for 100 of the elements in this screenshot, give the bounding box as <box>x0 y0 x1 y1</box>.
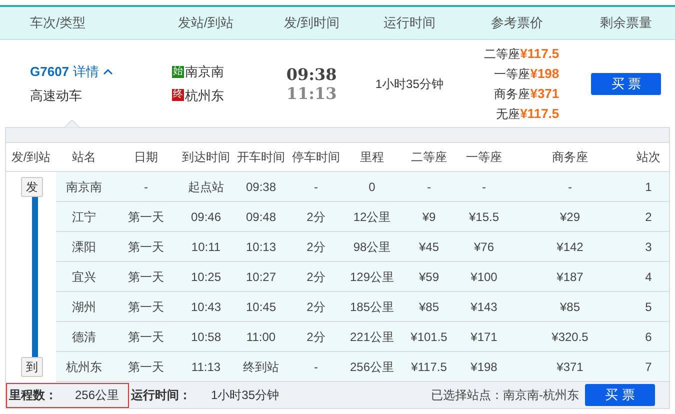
table-cell: - <box>290 352 342 382</box>
column-header: 一等座 <box>466 150 502 164</box>
buy-button[interactable]: 买 票 <box>591 72 662 94</box>
table-cell: 3 <box>628 232 669 262</box>
table-cell: ¥320.5 <box>512 322 628 352</box>
stop-marker: 到 <box>21 357 43 378</box>
table-cell: 09:46 <box>180 202 232 232</box>
table-cell: ¥85 <box>402 292 456 322</box>
table-cell: 南京南 <box>56 172 112 202</box>
column-header: 站名 <box>72 150 96 164</box>
table-cell: 1 <box>628 172 669 202</box>
table-cell: 5 <box>628 292 669 322</box>
table-cell: 杭州东 <box>56 352 112 382</box>
table-cell: 2分 <box>290 262 342 292</box>
column-header: 车次/类型 <box>30 15 86 30</box>
table-cell: 10:13 <box>232 232 290 262</box>
column-header: 到达时间 <box>182 150 230 164</box>
table-cell: 第一天 <box>112 292 180 322</box>
table-cell: ¥101.5 <box>402 322 456 352</box>
column-header: 开车时间 <box>237 150 285 164</box>
stop-marker: 发 <box>21 177 43 198</box>
table-cell: 129公里 <box>342 262 402 292</box>
table-cell: 12公里 <box>342 202 402 232</box>
table-cell: ¥9 <box>402 202 456 232</box>
table-cell: ¥142 <box>512 232 628 262</box>
table-cell: - <box>290 172 342 202</box>
table-cell: ¥171 <box>456 322 512 352</box>
table-cell: 2分 <box>290 202 342 232</box>
train-type: 高速动车 <box>30 86 83 104</box>
table-cell: - <box>402 172 456 202</box>
distance-value: 256公里 <box>75 387 120 404</box>
column-header: 停车时间 <box>292 150 340 164</box>
table-cell: 第一天 <box>112 262 180 292</box>
table-cell: - <box>456 172 512 202</box>
column-header: 二等座 <box>411 150 447 164</box>
table-cell: 256公里 <box>342 352 402 382</box>
table-cell: 09:48 <box>232 202 290 232</box>
table-cell: 10:25 <box>180 262 232 292</box>
column-header: 发站/到站 <box>178 15 234 30</box>
column-header: 运行时间 <box>383 15 436 30</box>
table-cell: 10:45 <box>232 292 290 322</box>
train-number[interactable]: G7607 <box>30 62 70 82</box>
table-cell: - <box>112 172 180 202</box>
table-cell: 2分 <box>290 292 342 322</box>
station-badge: 始 <box>172 66 184 78</box>
table-cell: 10:43 <box>180 292 232 322</box>
station-badge: 终 <box>172 89 184 102</box>
table-cell: 第一天 <box>112 232 180 262</box>
column-header: 剩余票量 <box>600 15 652 30</box>
table-cell: 10:27 <box>232 262 290 292</box>
station-name: 南京南 <box>184 63 224 81</box>
table-cell: 宜兴 <box>56 262 112 292</box>
details-link[interactable]: 详情 <box>73 62 100 82</box>
table-cell: 10:58 <box>180 322 232 352</box>
duration-label: 运行时间： <box>131 387 191 404</box>
table-cell: 0 <box>342 172 402 202</box>
departure-time: 09:38 <box>286 64 337 84</box>
table-cell: ¥59 <box>402 262 456 292</box>
travel-duration: 1小时35分钟 <box>375 76 444 90</box>
column-header: 站次 <box>636 150 660 164</box>
seat-price: 一等座¥198 <box>494 66 560 80</box>
table-cell: ¥143 <box>456 292 512 322</box>
table-cell: ¥85 <box>512 292 628 322</box>
table-cell: 09:38 <box>232 172 290 202</box>
column-header: 日期 <box>134 150 158 164</box>
table-cell: ¥100 <box>456 262 512 292</box>
table-cell: 2分 <box>290 322 342 352</box>
column-header: 发/到站 <box>11 150 51 164</box>
table-cell: ¥15.5 <box>456 202 512 232</box>
table-cell: 起点站 <box>180 172 232 202</box>
arrival-time: 11:13 <box>286 84 337 102</box>
column-header: 参考票价 <box>491 15 544 30</box>
seat-price: 无座¥117.5 <box>496 106 560 120</box>
table-cell: 221公里 <box>342 322 402 352</box>
table-cell: ¥198 <box>456 352 512 382</box>
column-header: 商务座 <box>552 150 588 164</box>
table-cell: 2分 <box>290 232 342 262</box>
table-cell: 4 <box>628 262 669 292</box>
buy-button[interactable]: 买 票 <box>585 384 655 406</box>
table-cell: 2 <box>628 202 669 232</box>
table-cell: 第一天 <box>112 352 180 382</box>
seat-price: 二等座¥117.5 <box>484 46 560 60</box>
table-cell: 溧阳 <box>56 232 112 262</box>
table-cell: 江宁 <box>56 202 112 232</box>
table-cell: 11:00 <box>232 322 290 352</box>
column-header: 里程 <box>360 150 384 164</box>
table-cell: 湖州 <box>56 292 112 322</box>
table-cell: 98公里 <box>342 232 402 262</box>
table-cell: 11:13 <box>180 352 232 382</box>
table-cell: 6 <box>628 322 669 352</box>
table-cell: 185公里 <box>342 292 402 322</box>
table-cell: 10:11 <box>180 232 232 262</box>
table-cell: - <box>512 172 628 202</box>
table-cell: 7 <box>628 352 669 382</box>
table-cell: 第一天 <box>112 202 180 232</box>
column-header: 发/到时间 <box>284 15 340 30</box>
table-cell: ¥29 <box>512 202 628 232</box>
chevron-up-icon[interactable] <box>103 68 114 76</box>
station-name: 杭州东 <box>184 86 224 104</box>
table-cell: ¥45 <box>402 232 456 262</box>
